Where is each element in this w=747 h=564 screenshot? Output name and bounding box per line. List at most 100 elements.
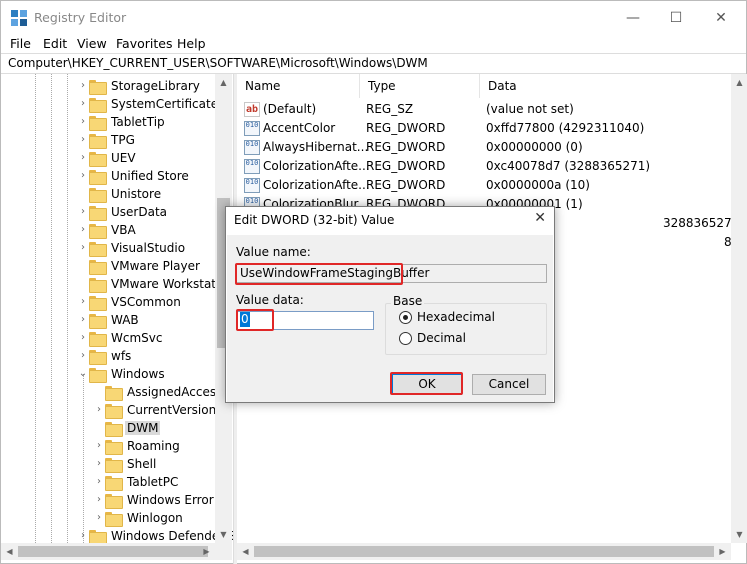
menu-help[interactable]: Help: [177, 36, 206, 51]
scroll-left-icon[interactable]: ◀: [1, 543, 18, 560]
tree-item[interactable]: › UserData: [77, 203, 169, 221]
scroll-left-icon[interactable]: ◀: [237, 543, 254, 560]
tree-item[interactable]: › SystemCertificates: [77, 95, 226, 113]
tree-item[interactable]: › StorageLibrary: [77, 77, 202, 95]
tree-item[interactable]: › TPG: [77, 131, 137, 149]
cancel-button[interactable]: Cancel: [472, 374, 546, 395]
values-vertical-scrollbar[interactable]: ▲ ▼: [731, 74, 747, 543]
tree-item-label: wfs: [111, 349, 132, 363]
dialog-close-icon[interactable]: ✕: [534, 210, 546, 226]
tree-item[interactable]: VMware Workstation: [77, 275, 233, 293]
folder-icon: [89, 97, 107, 113]
tree-item[interactable]: ›Windows Error Reporting: [93, 491, 233, 509]
expand-chevron-icon[interactable]: ›: [77, 95, 89, 113]
expand-chevron-icon[interactable]: ›: [93, 401, 105, 419]
expand-chevron-icon[interactable]: [77, 275, 89, 293]
scroll-down-icon[interactable]: ▼: [731, 526, 747, 543]
maximize-button[interactable]: ☐: [653, 1, 699, 34]
scroll-thumb[interactable]: [18, 546, 208, 557]
tree-item[interactable]: › VSCommon: [77, 293, 183, 311]
tree-horizontal-scrollbar[interactable]: ◀ ▶: [1, 543, 232, 560]
values-horizontal-scrollbar[interactable]: ◀ ▶: [237, 543, 731, 560]
expand-chevron-icon[interactable]: ›: [77, 293, 89, 311]
scroll-thumb[interactable]: [254, 546, 714, 557]
tree-item[interactable]: › CurrentVersion: [93, 401, 218, 419]
tree-item[interactable]: ›Windows Defender Security Center: [77, 527, 233, 543]
decimal-label[interactable]: Decimal: [417, 331, 466, 345]
scroll-up-icon[interactable]: ▲: [731, 74, 747, 91]
tree-item[interactable]: › Roaming: [93, 437, 182, 455]
dialog-body: Value name: UseWindowFrameStagingBuffer …: [227, 235, 553, 402]
expand-chevron-icon[interactable]: ›: [77, 131, 89, 149]
value-row[interactable]: 010 ColorizationAfte... REG_DWORD 0xc40078d…: [237, 157, 747, 176]
tree-item[interactable]: › TabletTip: [77, 113, 167, 131]
scroll-right-icon[interactable]: ▶: [714, 543, 731, 560]
tree-item[interactable]: AssignedAccessConfiguration: [93, 383, 233, 401]
expand-chevron-icon[interactable]: ›: [77, 203, 89, 221]
menu-file[interactable]: File: [10, 36, 31, 51]
tree-guide-line: [67, 74, 68, 543]
address-bar[interactable]: Computer\HKEY_CURRENT_USER\SOFTWARE\Micr…: [1, 53, 746, 74]
minimize-button[interactable]: —: [610, 1, 656, 34]
tree-item[interactable]: DWM: [93, 419, 161, 437]
tree-item[interactable]: › Shell: [93, 455, 158, 473]
scroll-right-icon[interactable]: ▶: [198, 543, 215, 560]
menu-edit[interactable]: Edit: [43, 36, 67, 51]
menu-view[interactable]: View: [77, 36, 107, 51]
tree-item[interactable]: VMware Player: [77, 257, 202, 275]
hexadecimal-label[interactable]: Hexadecimal: [417, 310, 495, 324]
tree-item[interactable]: › WcmSvc: [77, 329, 164, 347]
expand-chevron-icon[interactable]: ›: [77, 113, 89, 131]
tree-item[interactable]: Unistore: [77, 185, 163, 203]
column-name-header[interactable]: Name: [237, 74, 360, 98]
hexadecimal-radio[interactable]: [399, 311, 412, 324]
tree-item[interactable]: › Winlogon: [93, 509, 185, 527]
expand-chevron-icon[interactable]: ›: [77, 311, 89, 329]
folder-icon: [89, 205, 107, 221]
value-row[interactable]: 010 AccentColor REG_DWORD 0xffd77800 (42923…: [237, 119, 747, 138]
column-data-header[interactable]: Data: [480, 74, 730, 98]
tree-item[interactable]: › VBA: [77, 221, 138, 239]
expand-chevron-icon[interactable]: [77, 257, 89, 275]
value-data-partial: 3288365271): [662, 216, 744, 230]
expand-chevron-icon[interactable]: [77, 185, 89, 203]
folder-icon: [89, 349, 107, 365]
folder-icon: [105, 385, 123, 401]
expand-chevron-icon[interactable]: [93, 383, 105, 401]
expand-chevron-icon[interactable]: ›: [77, 527, 89, 543]
expand-chevron-icon[interactable]: ›: [77, 167, 89, 185]
value-row[interactable]: ab (Default) REG_SZ (value not set): [237, 100, 747, 119]
tree-item-label: VSCommon: [111, 295, 181, 309]
expand-chevron-icon[interactable]: [93, 419, 105, 437]
expand-chevron-icon[interactable]: ›: [77, 347, 89, 365]
expand-chevron-icon[interactable]: ›: [77, 329, 89, 347]
expand-chevron-icon[interactable]: ⌄: [77, 365, 89, 383]
scroll-up-icon[interactable]: ▲: [215, 74, 232, 91]
menu-favorites[interactable]: Favorites: [116, 36, 172, 51]
value-row[interactable]: 010 AlwaysHibernat... REG_DWORD 0x00000000 …: [237, 138, 747, 157]
expand-chevron-icon[interactable]: ›: [77, 77, 89, 95]
tree-item[interactable]: › wfs: [77, 347, 133, 365]
tree-item[interactable]: › VisualStudio: [77, 239, 187, 257]
expand-chevron-icon[interactable]: ›: [77, 149, 89, 167]
folder-icon: [89, 367, 107, 383]
expand-chevron-icon[interactable]: ›: [93, 491, 105, 509]
scroll-down-icon[interactable]: ▼: [215, 526, 232, 543]
expand-chevron-icon[interactable]: ›: [93, 473, 105, 491]
tree-item[interactable]: › WAB: [77, 311, 141, 329]
decimal-radio[interactable]: [399, 332, 412, 345]
expand-chevron-icon[interactable]: ›: [93, 509, 105, 527]
close-button[interactable]: ✕: [698, 1, 744, 34]
expand-chevron-icon[interactable]: ›: [77, 221, 89, 239]
expand-chevron-icon[interactable]: ›: [93, 455, 105, 473]
registry-editor-icon: [11, 10, 27, 26]
tree-item[interactable]: ⌄ Windows: [77, 365, 167, 383]
value-row[interactable]: 010 ColorizationAfte... REG_DWORD 0x0000000…: [237, 176, 747, 195]
column-type-header[interactable]: Type: [360, 74, 480, 98]
expand-chevron-icon[interactable]: ›: [77, 239, 89, 257]
tree-item[interactable]: › Unified Store: [77, 167, 191, 185]
expand-chevron-icon[interactable]: ›: [93, 437, 105, 455]
tree-item[interactable]: › TabletPC: [93, 473, 180, 491]
tree-item[interactable]: › UEV: [77, 149, 138, 167]
binary-value-icon: 010: [244, 140, 260, 155]
